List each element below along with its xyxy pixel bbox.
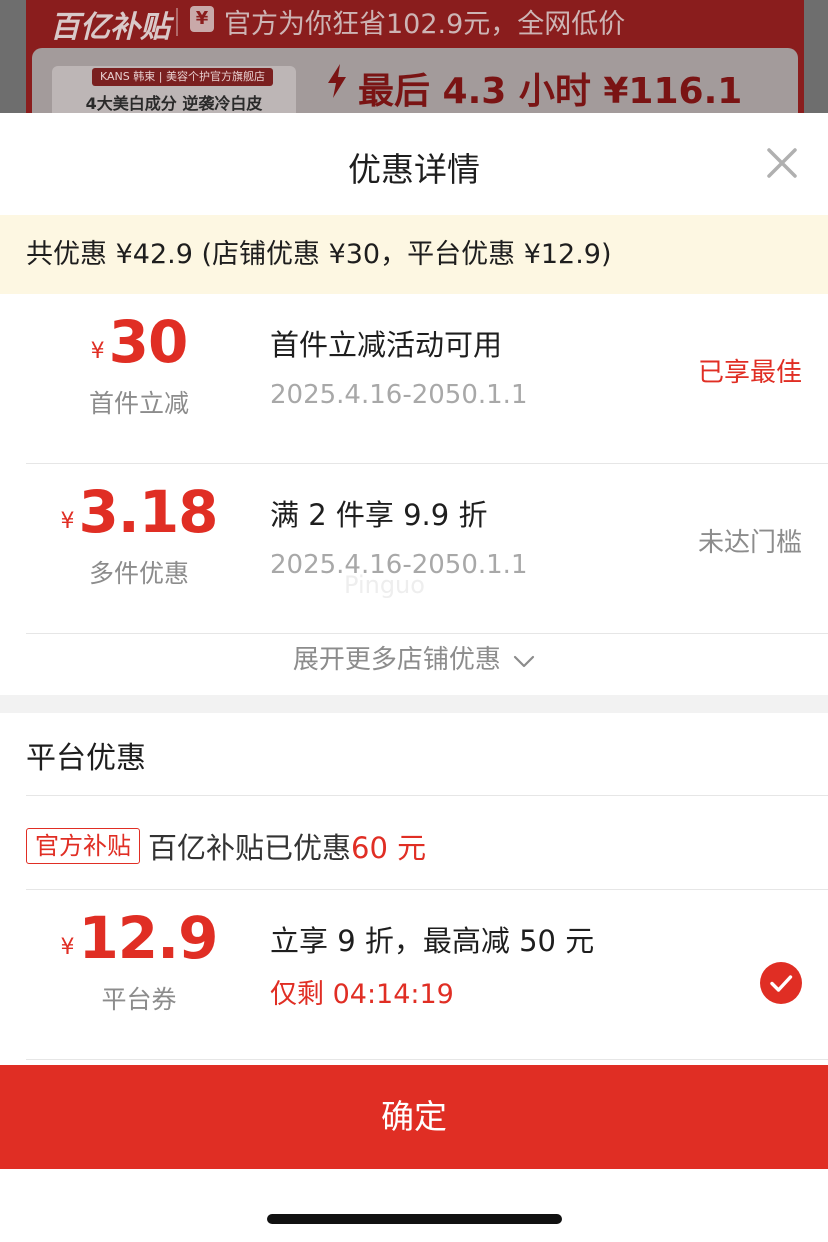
subsidy-logo: 百亿补贴 xyxy=(50,10,170,45)
deal-countdown: 最后 4.3 小时 ¥116.1 xyxy=(358,71,743,112)
currency-symbol: ¥ xyxy=(60,935,75,960)
offer-amount: ¥3.18 xyxy=(26,478,252,546)
offer-multi-item: ¥3.18 多件优惠 满 2 件享 9.9 折 2025.4.16-2050.1… xyxy=(26,464,828,634)
offer-amount: ¥12.9 xyxy=(26,904,252,972)
divider xyxy=(26,795,828,796)
amount-value: 12.9 xyxy=(78,904,218,972)
platform-section-title: 平台优惠 xyxy=(26,741,146,776)
selected-checkbox[interactable] xyxy=(760,962,802,1004)
subsidy-text: 百亿补贴已优惠 xyxy=(148,831,352,865)
product-slogan: 4大美白成分 逆袭冷白皮 xyxy=(85,94,263,113)
lightning-icon xyxy=(326,64,348,106)
discount-summary: 共优惠 ¥42.9 (店铺优惠 ¥30，平台优惠 ¥12.9) xyxy=(0,215,828,294)
section-gap xyxy=(0,695,828,713)
discount-details-sheet: 优惠详情 共优惠 ¥42.9 (店铺优惠 ¥30，平台优惠 ¥12.9) ¥30… xyxy=(0,113,828,1242)
official-subsidy-tag: 官方补贴 xyxy=(26,828,140,864)
offer-status: 未达门槛 xyxy=(697,528,802,558)
confirm-button[interactable]: 确定 xyxy=(0,1065,828,1169)
checkmark-icon xyxy=(770,975,793,992)
divider xyxy=(26,1059,828,1060)
coupon-countdown: 仅剩 04:14:19 xyxy=(270,979,454,1010)
yen-icon: ¥ xyxy=(190,6,214,32)
banner-divider xyxy=(176,8,178,36)
watermark: Pinguo xyxy=(344,571,425,599)
subsidy-banner: 百亿补贴 ¥ 官方为你狂省102.9元，全网低价 KANS 韩束 | 美容个护官… xyxy=(26,0,804,113)
expand-label: 展开更多店铺优惠 xyxy=(292,645,501,675)
offer-status: 已享最佳 xyxy=(697,358,802,388)
currency-symbol: ¥ xyxy=(60,509,75,534)
subsidy-amount: 60 元 xyxy=(351,831,427,865)
offer-type-label: 平台券 xyxy=(101,985,177,1014)
brand-label: KANS 韩束 | 美容个护官方旗舰店 xyxy=(92,68,273,86)
expand-more-offers-button[interactable]: 展开更多店铺优惠 xyxy=(0,625,828,695)
currency-symbol: ¥ xyxy=(90,339,105,364)
amount-value: 30 xyxy=(108,308,189,376)
offer-type-label: 多件优惠 xyxy=(88,559,189,588)
offer-title: 立享 9 折，最高减 50 元 xyxy=(270,924,595,958)
close-icon xyxy=(767,148,797,178)
offer-amount: ¥30 xyxy=(26,308,252,376)
sheet-title: 优惠详情 xyxy=(348,150,480,189)
close-button[interactable] xyxy=(762,143,802,183)
banner-text: 官方为你狂省102.9元，全网低价 xyxy=(224,9,626,40)
offer-title: 首件立减活动可用 xyxy=(270,328,503,362)
chevron-down-icon xyxy=(513,626,535,696)
amount-value: 3.18 xyxy=(78,478,218,546)
offer-title: 满 2 件享 9.9 折 xyxy=(270,498,488,532)
offer-first-item: ¥30 首件立减 首件立减活动可用 2025.4.16-2050.1.1 已享最… xyxy=(26,294,828,464)
offer-type-label: 首件立减 xyxy=(88,389,189,418)
product-thumbnail: KANS 韩束 | 美容个护官方旗舰店 4大美白成分 逆袭冷白皮 xyxy=(52,66,296,113)
home-indicator[interactable] xyxy=(267,1214,562,1224)
platform-coupon[interactable]: ¥12.9 平台券 立享 9 折，最高减 50 元 仅剩 04:14:19 xyxy=(26,890,828,1060)
product-card: KANS 韩束 | 美容个护官方旗舰店 4大美白成分 逆袭冷白皮 最后 4.3 … xyxy=(32,48,798,113)
official-subsidy-row: 官方补贴 百亿补贴已优惠60 元 xyxy=(26,825,426,865)
offer-date: 2025.4.16-2050.1.1 xyxy=(270,380,528,410)
background-page: 百亿补贴 ¥ 官方为你狂省102.9元，全网低价 KANS 韩束 | 美容个护官… xyxy=(0,0,828,113)
